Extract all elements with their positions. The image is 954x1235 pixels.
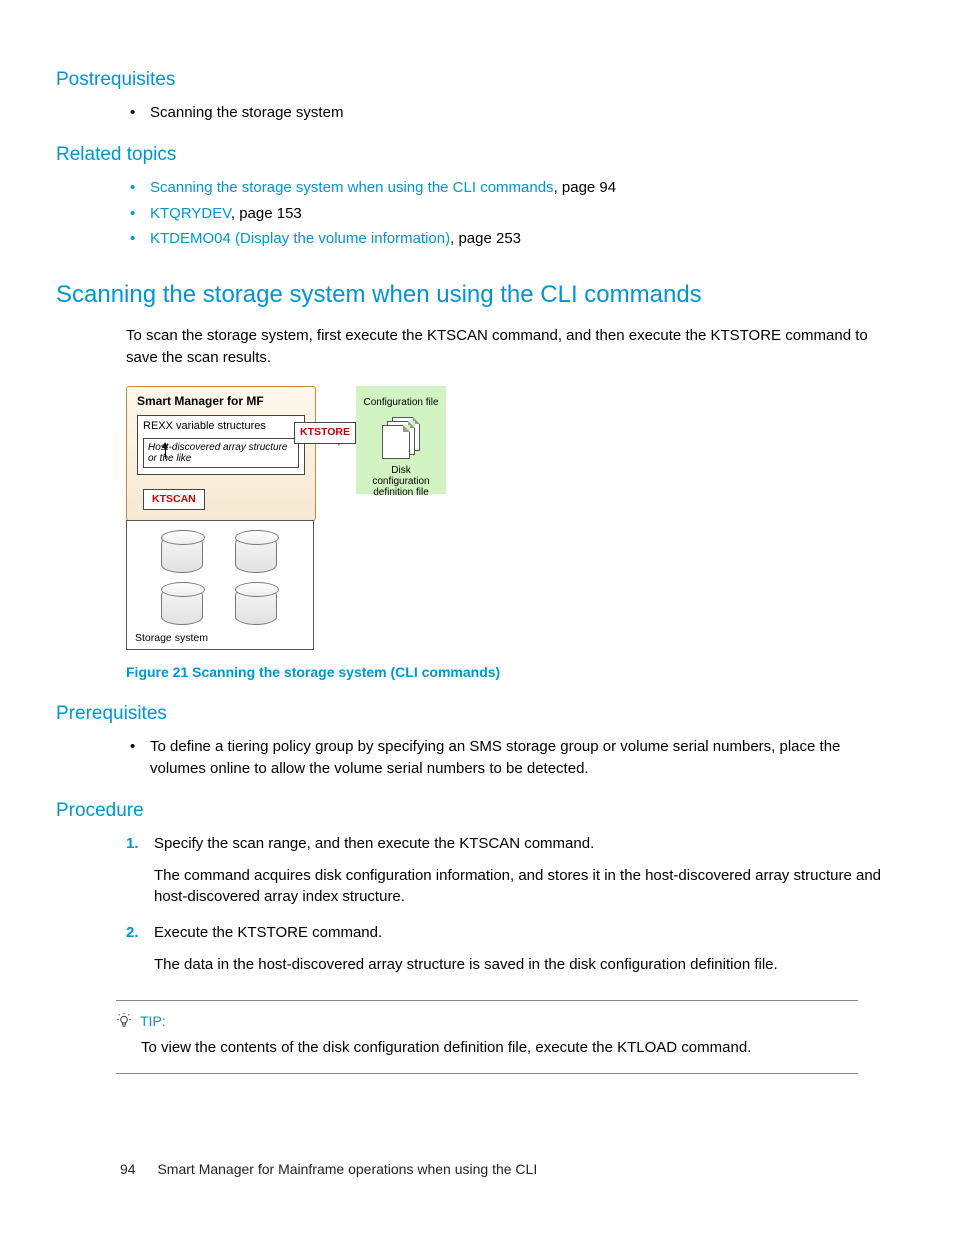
related-topics-heading: Related topics [56,141,898,169]
procedure-step: Specify the scan range, and then execute… [126,833,898,908]
rexx-label: REXX variable structures [143,419,299,435]
xref-suffix: , page 153 [231,205,302,222]
xref-suffix: , page 253 [450,230,521,247]
procedure-body: Specify the scan range, and then execute… [126,833,898,976]
step-sub: The data in the host-discovered array st… [154,954,898,976]
footer-chapter: Smart Manager for Mainframe operations w… [157,1161,537,1177]
smart-manager-title: Smart Manager for MF [137,393,305,410]
config-file-panel: Configuration file Disk configuration de… [356,386,446,494]
smart-manager-box: Smart Manager for MF REXX variable struc… [126,386,316,521]
storage-system-box: Storage system [126,520,314,650]
list-item: Scanning the storage system [126,102,898,124]
step-sub: The command acquires disk configuration … [154,865,898,909]
disk-config-def-label: Disk configuration definition file [362,465,440,498]
step-main: Specify the scan range, and then execute… [154,835,594,852]
prerequisites-heading: Prerequisites [56,700,898,728]
list-item: KTQRYDEV, page 153 [126,203,898,225]
disk-icon [161,587,203,625]
related-topics-body: Scanning the storage system when using t… [126,177,898,250]
page-number: 94 [120,1161,136,1177]
arrow-up-icon [165,447,166,459]
list-item: KTDEMO04 (Display the volume information… [126,228,898,250]
list-item: Scanning the storage system when using t… [126,177,898,199]
step-main: Execute the KTSTORE command. [154,924,382,941]
figure-caption: Figure 21 Scanning the storage system (C… [126,662,898,682]
tip-block: TIP: To view the contents of the disk co… [116,1000,858,1074]
xref-link[interactable]: KTDEMO04 (Display the volume information… [150,230,450,247]
lightbulb-icon [116,1013,132,1029]
postrequisites-body: Scanning the storage system [126,102,898,124]
ktstore-box: KTSTORE [294,422,356,443]
disk-icon [161,535,203,573]
tip-body: To view the contents of the disk configu… [116,1037,858,1059]
figure-diagram: Smart Manager for MF REXX variable struc… [126,386,446,650]
procedure-heading: Procedure [56,797,898,825]
ktscan-box: KTSCAN [143,489,205,510]
section-heading: Scanning the storage system when using t… [56,278,898,313]
list-item: To define a tiering policy group by spec… [126,736,898,780]
page-footer: 94 Smart Manager for Mainframe operation… [120,1159,537,1179]
xref-link[interactable]: KTQRYDEV [150,205,231,222]
disk-icon [235,535,277,573]
tip-label: TIP: [140,1011,166,1031]
storage-system-label: Storage system [135,631,208,646]
postrequisites-heading: Postrequisites [56,66,898,94]
prerequisites-body: To define a tiering policy group by spec… [126,736,898,780]
xref-link[interactable]: Scanning the storage system when using t… [150,179,554,196]
procedure-step: Execute the KTSTORE command. The data in… [126,922,898,976]
disk-icon [235,587,277,625]
file-stack-icon [382,417,420,459]
xref-suffix: , page 94 [554,179,617,196]
config-file-label: Configuration file [362,396,440,411]
section-intro: To scan the storage system, first execut… [126,325,898,369]
